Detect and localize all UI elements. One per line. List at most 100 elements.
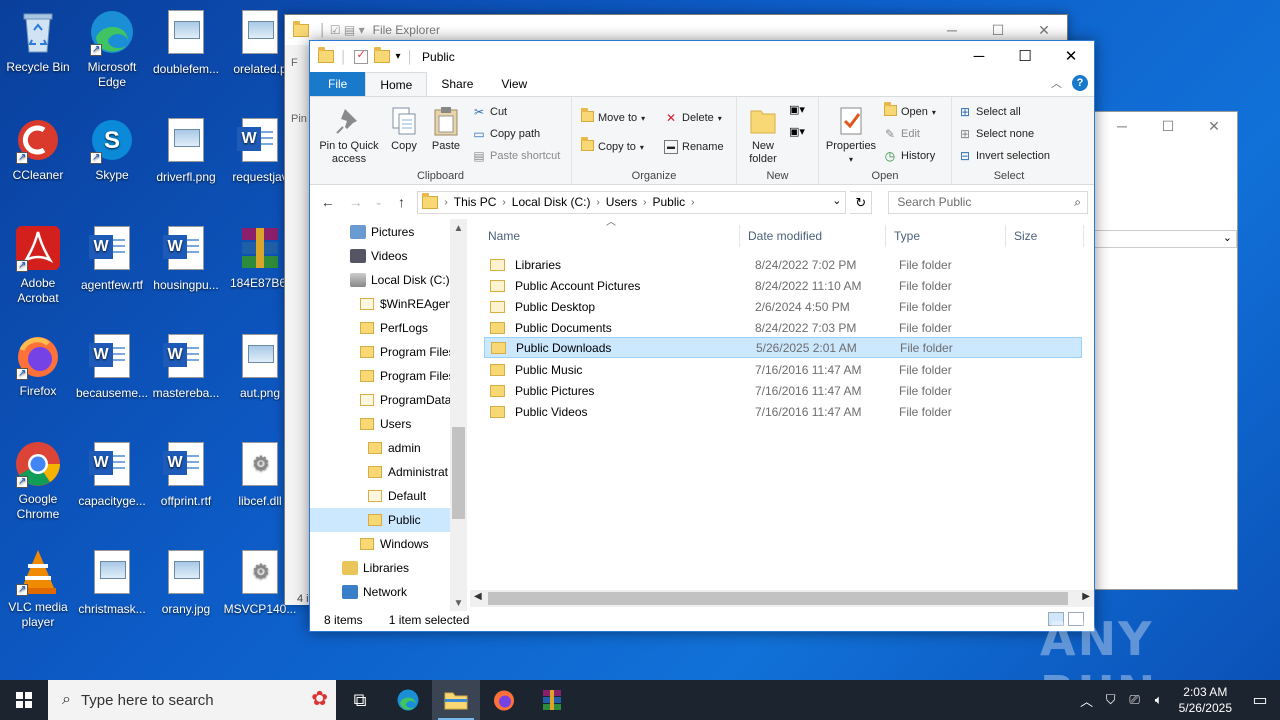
cut-button[interactable]: ✂ Cut: [472, 105, 507, 119]
search-input[interactable]: Search Public ⌕: [888, 190, 1088, 214]
nav-item-winreagent[interactable]: $WinREAgent: [310, 292, 453, 316]
taskbar-search-box[interactable]: ⌕ Type here to search ✿: [48, 680, 336, 720]
nav-item-pictures[interactable]: Pictures: [310, 220, 453, 244]
file-row[interactable]: Public Pictures 7/16/2016 11:47 AM File fo…: [484, 380, 1082, 401]
nav-item-admin[interactable]: admin: [310, 436, 453, 460]
rtf-file-icon[interactable]: W housingpu...: [148, 224, 224, 293]
clock[interactable]: 2:03 AM 5/26/2025: [1171, 684, 1240, 716]
file-list-horizontal-scrollbar[interactable]: ◀ ▶: [470, 590, 1094, 607]
task-view-icon[interactable]: ⧉: [336, 680, 384, 720]
file-row[interactable]: Public Desktop 2/6/2024 4:50 PM File folde…: [484, 296, 1082, 317]
file-row[interactable]: Public Videos 7/16/2016 11:47 AM File fold…: [484, 401, 1082, 422]
nav-item-perflogs[interactable]: PerfLogs: [310, 316, 453, 340]
new-item-icon[interactable]: ▣▾: [789, 103, 805, 116]
tab-share[interactable]: Share: [427, 72, 487, 96]
open-button[interactable]: Open ▾: [883, 102, 936, 119]
pin-to-quick-access-button[interactable]: Pin to Quick access: [316, 105, 382, 166]
column-header-date-modified[interactable]: Date modified: [740, 225, 886, 247]
breadcrumb-public[interactable]: Public: [652, 195, 685, 209]
background-dropdown[interactable]: ⌄: [1095, 230, 1237, 248]
new-folder-quick-icon[interactable]: [373, 47, 390, 63]
breadcrumb-separator-icon[interactable]: ›: [444, 197, 447, 208]
nav-item-public[interactable]: Public: [310, 508, 453, 532]
google-chrome-icon[interactable]: Google Chrome: [0, 440, 76, 522]
address-bar[interactable]: › This PC › Local Disk (C:) › Users › Pu…: [417, 190, 847, 214]
scroll-up-icon[interactable]: ▲: [450, 223, 467, 234]
forward-arrow-icon[interactable]: →: [344, 194, 368, 210]
title-bar[interactable]: │ ✓ ▾ │ Public ─ ☐ ✕: [310, 41, 1094, 72]
file-row[interactable]: Public Music 7/16/2016 11:47 AM File folde…: [484, 359, 1082, 380]
nav-item-local-disk[interactable]: Local Disk (C:): [310, 268, 453, 292]
nav-item-administrator[interactable]: Administrat: [310, 460, 453, 484]
copy-path-button[interactable]: ▭ Copy path: [472, 127, 540, 141]
rtf-file-icon[interactable]: W agentfew.rtf: [74, 224, 150, 293]
history-button[interactable]: ◷ History: [883, 149, 935, 163]
scroll-down-icon[interactable]: ▼: [450, 598, 467, 609]
tab-home[interactable]: Home: [365, 72, 428, 96]
breadcrumb-separator-icon[interactable]: ›: [691, 197, 694, 208]
quick-access-toolbar-dropdown-icon[interactable]: ▾: [396, 51, 401, 62]
invert-selection-button[interactable]: ⊟ Invert selection: [958, 149, 1050, 163]
copy-button[interactable]: Copy: [386, 105, 422, 153]
collapse-ribbon-icon[interactable]: ︿: [1051, 75, 1062, 91]
back-arrow-icon[interactable]: ←: [316, 194, 340, 210]
edge-icon[interactable]: Microsoft Edge: [74, 8, 150, 90]
nav-item-program-files[interactable]: Program Files: [310, 340, 453, 364]
nav-item-programdata[interactable]: ProgramData: [310, 388, 453, 412]
easy-access-icon[interactable]: ▣▾: [789, 125, 805, 138]
column-header-size[interactable]: Size: [1006, 225, 1084, 247]
rtf-file-icon[interactable]: W capacityge...: [74, 440, 150, 509]
breadcrumb-separator-icon[interactable]: ›: [502, 197, 505, 208]
vlc-icon[interactable]: VLC media player: [0, 548, 76, 630]
nav-item-libraries[interactable]: Libraries: [310, 556, 453, 580]
nav-scrollbar-thumb[interactable]: [452, 427, 465, 519]
ccleaner-icon[interactable]: CCleaner: [0, 116, 76, 183]
tab-file[interactable]: File: [310, 72, 366, 96]
image-file-icon[interactable]: orany.jpg: [148, 548, 224, 617]
background-window[interactable]: ─ ☐ ✕ ⌄: [1094, 111, 1238, 590]
nav-item-default[interactable]: Default: [310, 484, 453, 508]
breadcrumb-users[interactable]: Users: [606, 195, 637, 209]
properties-button[interactable]: Properties ▾: [823, 105, 879, 166]
rtf-file-icon[interactable]: W mastereba...: [148, 332, 224, 401]
move-to-button[interactable]: Move to ▾: [580, 108, 645, 125]
help-icon[interactable]: ?: [1072, 75, 1088, 91]
image-file-icon[interactable]: christmask...: [74, 548, 150, 617]
scroll-left-icon[interactable]: ◀: [474, 591, 482, 602]
file-row[interactable]: Libraries 8/24/2022 7:02 PM File folder: [484, 254, 1082, 275]
nav-item-windows[interactable]: Windows: [310, 532, 453, 556]
up-arrow-icon[interactable]: ↑: [390, 194, 414, 210]
column-header-type[interactable]: Type: [886, 225, 1006, 247]
close-icon[interactable]: ✕: [1048, 41, 1094, 72]
minimize-icon[interactable]: ─: [956, 41, 1002, 72]
breadcrumb-local-disk[interactable]: Local Disk (C:): [512, 195, 591, 209]
minimize-icon[interactable]: ─: [1099, 112, 1145, 140]
adobe-acrobat-icon[interactable]: Adobe Acrobat: [0, 224, 76, 306]
refresh-icon[interactable]: ↻: [850, 190, 873, 214]
recycle-bin-icon[interactable]: Recycle Bin: [0, 8, 76, 75]
file-row[interactable]: Public Documents 8/24/2022 7:03 PM File fo…: [484, 317, 1082, 338]
file-list[interactable]: ︿ Name Date modified Type Size Libraries…: [470, 217, 1094, 611]
close-icon[interactable]: ✕: [1191, 112, 1237, 140]
maximize-icon[interactable]: ☐: [1145, 112, 1191, 140]
tab-view[interactable]: View: [487, 72, 541, 96]
network-icon[interactable]: ⎚: [1123, 692, 1147, 708]
breadcrumb-separator-icon[interactable]: ›: [596, 197, 599, 208]
file-row-selected[interactable]: Public Downloads 5/26/2025 2:01 AM File fo…: [484, 337, 1082, 358]
start-button[interactable]: [0, 680, 48, 720]
nav-item-videos[interactable]: Videos: [310, 244, 453, 268]
navigation-pane[interactable]: Pictures Videos Local Disk (C:) $WinREAg…: [310, 219, 470, 611]
address-dropdown-icon[interactable]: ⌄: [832, 194, 841, 207]
new-folder-button[interactable]: New folder: [743, 105, 783, 166]
file-explorer-window[interactable]: │ ✓ ▾ │ Public ─ ☐ ✕ File Home Share Vie…: [309, 40, 1095, 632]
nav-item-program-files-x86[interactable]: Program Files: [310, 364, 453, 388]
copy-to-button[interactable]: Copy to ▾: [580, 137, 644, 154]
image-file-icon[interactable]: driverfl.png: [148, 116, 224, 185]
file-row[interactable]: Public Account Pictures 8/24/2022 11:10 A…: [484, 275, 1082, 296]
rename-button[interactable]: ▬ Rename: [664, 140, 724, 154]
breadcrumb-this-pc[interactable]: This PC: [454, 195, 497, 209]
select-all-button[interactable]: ⊞ Select all: [958, 105, 1021, 119]
column-header-name[interactable]: Name: [480, 225, 740, 247]
file-explorer-taskbar-icon[interactable]: [432, 680, 480, 720]
nav-scrollbar[interactable]: ▲ ▼: [450, 219, 467, 611]
